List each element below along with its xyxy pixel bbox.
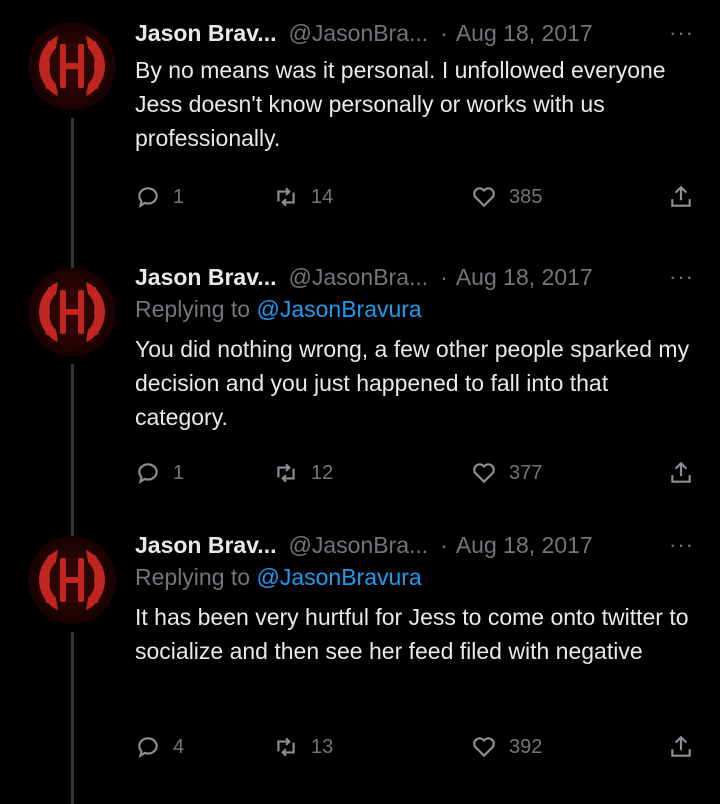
- more-icon[interactable]: ···: [669, 264, 694, 290]
- mention-link[interactable]: @JasonBravura: [256, 296, 421, 322]
- more-icon[interactable]: ···: [669, 532, 694, 558]
- heart-icon: [473, 187, 495, 208]
- retweet-button[interactable]: 13: [273, 732, 333, 762]
- retweet-button[interactable]: 12: [273, 458, 333, 488]
- timestamp[interactable]: Aug 18, 2017: [456, 20, 593, 47]
- reply-icon: [138, 463, 158, 485]
- replying-to: Replying to @JasonBravura: [135, 564, 422, 591]
- more-icon[interactable]: ···: [669, 20, 694, 46]
- tweet-text: You did nothing wrong, a few other peopl…: [135, 336, 690, 430]
- reply-button[interactable]: 1: [135, 182, 184, 212]
- tweet-3[interactable]: Jason Brav... @JasonBra... · Aug 18, 201…: [0, 532, 720, 804]
- separator: ·: [440, 531, 448, 558]
- like-count: 392: [509, 735, 543, 758]
- separator: ·: [440, 263, 448, 290]
- tweet-text: It has been very hurtful for Jess to com…: [135, 604, 689, 664]
- timestamp[interactable]: Aug 18, 2017: [456, 264, 593, 291]
- avatar-logo-icon: [39, 550, 105, 610]
- display-name[interactable]: Jason Brav...: [135, 532, 276, 559]
- reply-count: 1: [173, 185, 185, 208]
- like-button[interactable]: 377: [471, 458, 542, 488]
- tweet-1[interactable]: Jason Brav... @JasonBra... · Aug 18, 201…: [0, 0, 720, 268]
- display-name[interactable]: Jason Brav...: [135, 20, 276, 47]
- reply-icon: [138, 737, 158, 759]
- like-button[interactable]: 385: [471, 182, 542, 212]
- tweet-header: Jason Brav... @JasonBra... · Aug 18, 201…: [135, 528, 694, 562]
- replying-to: Replying to @JasonBravura: [135, 296, 422, 323]
- like-button[interactable]: 392: [471, 732, 542, 762]
- reply-count: 4: [173, 735, 185, 758]
- avatar[interactable]: [28, 268, 116, 356]
- avatar-logo-icon: [39, 36, 105, 96]
- mention-link[interactable]: @JasonBravura: [256, 564, 421, 590]
- thread-line: [71, 632, 74, 804]
- timestamp[interactable]: Aug 18, 2017: [456, 532, 593, 559]
- handle[interactable]: @JasonBra...: [288, 264, 428, 291]
- handle[interactable]: @JasonBra...: [288, 20, 428, 47]
- share-icon: [671, 461, 691, 483]
- retweet-count: 13: [311, 735, 334, 758]
- like-count: 385: [509, 185, 543, 208]
- retweet-button[interactable]: 14: [273, 182, 333, 212]
- tweet-header: Jason Brav... @JasonBra... · Aug 18, 201…: [135, 16, 694, 50]
- separator: ·: [440, 19, 448, 46]
- action-bar: 1 14 385: [135, 182, 694, 212]
- share-icon: [671, 735, 691, 757]
- retweet-icon: [277, 737, 295, 757]
- reply-count: 1: [173, 461, 185, 484]
- display-name[interactable]: Jason Brav...: [135, 264, 276, 291]
- avatar[interactable]: [28, 536, 116, 624]
- action-bar: 4 13 392: [135, 732, 694, 762]
- tweet-2[interactable]: Jason Brav... @JasonBra... · Aug 18, 201…: [0, 264, 720, 536]
- handle[interactable]: @JasonBra...: [288, 532, 428, 559]
- heart-icon: [473, 737, 495, 758]
- reply-button[interactable]: 4: [135, 732, 184, 762]
- avatar-logo-icon: [39, 282, 105, 342]
- share-icon: [671, 185, 691, 207]
- share-button[interactable]: [668, 182, 694, 212]
- reply-icon: [138, 187, 158, 209]
- action-bar: 1 12 377: [135, 458, 694, 488]
- reply-button[interactable]: 1: [135, 458, 184, 488]
- avatar[interactable]: [28, 22, 116, 110]
- retweet-count: 14: [311, 185, 334, 208]
- thread-line: [71, 364, 74, 536]
- heart-icon: [473, 463, 495, 484]
- replying-to-label: Replying to: [135, 564, 257, 590]
- retweet-count: 12: [311, 461, 334, 484]
- thread-line: [71, 118, 74, 268]
- share-button[interactable]: [668, 732, 694, 762]
- like-count: 377: [509, 461, 543, 484]
- retweet-icon: [277, 187, 295, 207]
- share-button[interactable]: [668, 458, 694, 488]
- tweet-header: Jason Brav... @JasonBra... · Aug 18, 201…: [135, 260, 694, 294]
- retweet-icon: [277, 463, 295, 483]
- replying-to-label: Replying to: [135, 296, 257, 322]
- tweet-text: By no means was it personal. I unfollowe…: [135, 57, 666, 151]
